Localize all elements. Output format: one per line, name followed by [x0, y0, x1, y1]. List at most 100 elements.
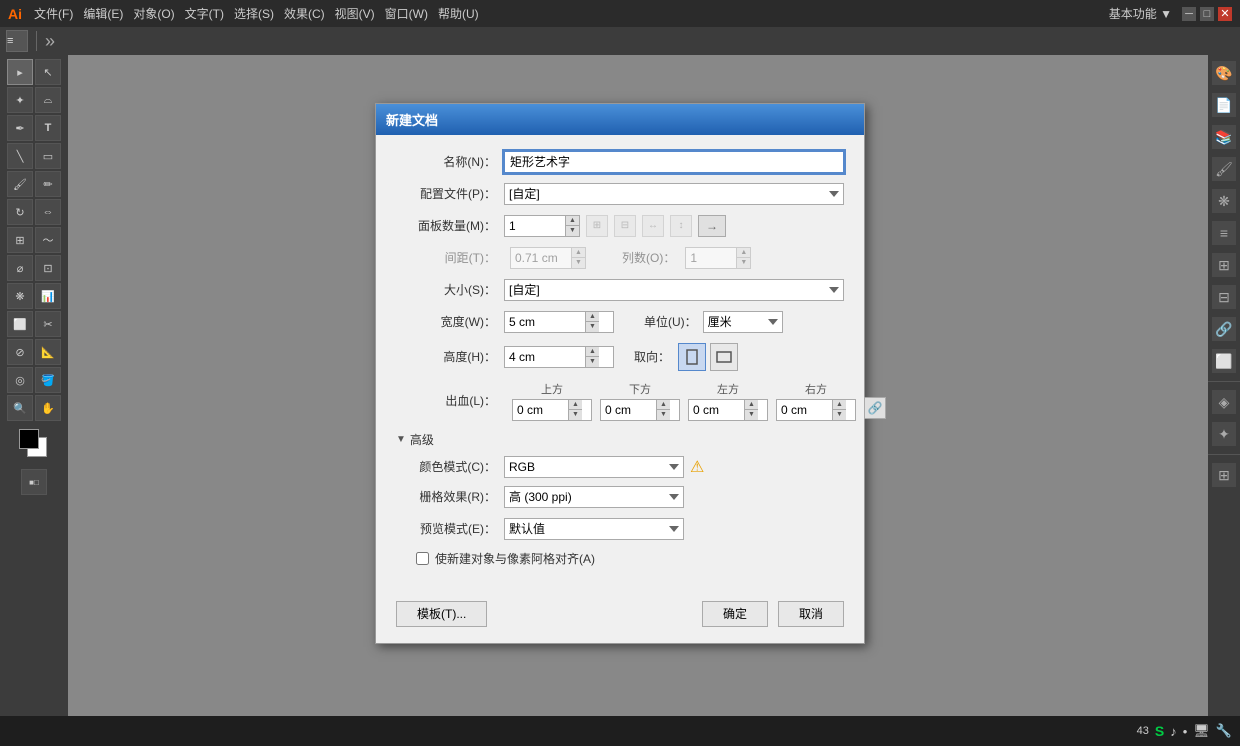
- dialog-titlebar: 新建文档: [376, 104, 864, 135]
- size-row: 大小(S)： [自定] A4 A3 Letter: [396, 279, 844, 301]
- align-label[interactable]: 使新建对象与像素阿格对齐(A): [435, 550, 595, 567]
- right-to-left-btn[interactable]: →: [698, 215, 726, 237]
- height-orientation-row: 高度(H)： ▲ ▼ 取向：: [396, 343, 844, 371]
- bleed-bottom-up[interactable]: ▲: [656, 400, 670, 411]
- preview-label: 预览模式(E)：: [396, 520, 496, 537]
- height-label: 高度(H)：: [396, 348, 496, 365]
- bleed-right-group: 右方 ▲ ▼: [776, 381, 856, 421]
- bleed-section: 出血(L)： 上方 ▲ ▼: [396, 381, 844, 421]
- bleed-row: 出血(L)： 上方 ▲ ▼: [396, 381, 844, 421]
- advanced-section: ▼ 高级 颜色模式(C)： RGB CMYK ⚠ 栅格效果(R)： 高: [396, 431, 844, 575]
- bleed-right-label: 右方: [805, 381, 827, 397]
- bleed-top-input[interactable]: [513, 401, 568, 419]
- bleed-bottom-group: 下方 ▲ ▼: [600, 381, 680, 421]
- raster-select[interactable]: 高 (300 ppi) 中 (150 ppi) 低 (72 ppi): [504, 486, 684, 508]
- bleed-link-button[interactable]: 🔗: [864, 397, 886, 419]
- bleed-top-group: 上方 ▲ ▼: [512, 381, 592, 421]
- bleed-left-input[interactable]: [689, 401, 744, 419]
- size-select[interactable]: [自定] A4 A3 Letter: [504, 279, 844, 301]
- bleed-right-input[interactable]: [777, 401, 832, 419]
- advanced-header[interactable]: ▼ 高级: [396, 431, 844, 448]
- cancel-button[interactable]: 取消: [778, 601, 844, 627]
- bleed-left-down[interactable]: ▼: [744, 410, 758, 420]
- grid-by-col-btn[interactable]: ⊟: [614, 215, 636, 237]
- profile-row: 配置文件(P)： [自定] 打印 Web: [396, 183, 844, 205]
- name-row: 名称(N)：: [396, 151, 844, 173]
- artboards-spinner-buttons: ▲ ▼: [565, 216, 579, 236]
- height-spinner: ▲ ▼: [504, 346, 614, 368]
- height-spin-up[interactable]: ▲: [585, 347, 599, 358]
- width-spin-down[interactable]: ▼: [585, 322, 599, 332]
- columns-spin-up[interactable]: ▲: [736, 248, 750, 259]
- bleed-right-spinner: ▲ ▼: [776, 399, 856, 421]
- new-document-dialog: 新建文档 名称(N)： 配置文件(P)： [自定] 打印 Web: [375, 103, 865, 644]
- bleed-top-label: 上方: [541, 381, 563, 397]
- bleed-bottom-down[interactable]: ▼: [656, 410, 670, 420]
- arrange-row-btn[interactable]: ↔: [642, 215, 664, 237]
- artboards-row: 面板数量(M)： ▲ ▼ ⊞ ⊟ ↔ ↕ →: [396, 215, 844, 237]
- bleed-left-up[interactable]: ▲: [744, 400, 758, 411]
- orientation-buttons: [678, 343, 738, 371]
- profile-select[interactable]: [自定] 打印 Web: [504, 183, 844, 205]
- width-input[interactable]: [505, 313, 585, 331]
- columns-spinner: ▲ ▼: [685, 247, 751, 269]
- footer-right-buttons: 确定 取消: [702, 601, 844, 627]
- dialog-title: 新建文档: [386, 110, 438, 129]
- color-warning-icon: ⚠: [690, 457, 704, 477]
- advanced-arrow: ▼: [396, 434, 406, 445]
- bleed-left-label: 左方: [717, 381, 739, 397]
- unit-label: 单位(U)：: [644, 313, 697, 330]
- bleed-bottom-spinner: ▲ ▼: [600, 399, 680, 421]
- color-mode-label: 颜色模式(C)：: [396, 458, 496, 475]
- artboards-spinner: ▲ ▼: [504, 215, 580, 237]
- grid-by-row-btn[interactable]: ⊞: [586, 215, 608, 237]
- preview-select[interactable]: 默认值 像素 叠印: [504, 518, 684, 540]
- height-spin-down[interactable]: ▼: [585, 357, 599, 367]
- orientation-portrait[interactable]: [678, 343, 706, 371]
- align-row: 使新建对象与像素阿格对齐(A): [396, 550, 844, 575]
- artboard-controls: ▲ ▼ ⊞ ⊟ ↔ ↕ →: [504, 215, 726, 237]
- color-mode-select[interactable]: RGB CMYK: [504, 456, 684, 478]
- columns-spin-down[interactable]: ▼: [736, 258, 750, 268]
- bleed-bottom-label: 下方: [629, 381, 651, 397]
- spacing-input[interactable]: [511, 249, 571, 267]
- height-input[interactable]: [505, 348, 585, 366]
- artboards-spin-up[interactable]: ▲: [565, 216, 579, 227]
- dialog-footer: 模板(T)... 确定 取消: [376, 591, 864, 643]
- bleed-fields: 上方 ▲ ▼ 下方: [512, 381, 886, 421]
- spacing-row: 间距(T)： ▲ ▼ 列数(O)： ▲ ▼: [396, 247, 844, 269]
- ok-button[interactable]: 确定: [702, 601, 768, 627]
- unit-select[interactable]: 厘米 毫米 英寸 像素: [703, 311, 783, 333]
- width-label: 宽度(W)：: [396, 313, 496, 330]
- raster-row: 栅格效果(R)： 高 (300 ppi) 中 (150 ppi) 低 (72 p…: [396, 486, 844, 508]
- profile-label: 配置文件(P)：: [396, 185, 496, 202]
- align-checkbox[interactable]: [416, 552, 429, 565]
- width-spinner: ▲ ▼: [504, 311, 614, 333]
- raster-label: 栅格效果(R)：: [396, 488, 496, 505]
- columns-input[interactable]: [686, 249, 736, 267]
- spacing-spin-up[interactable]: ▲: [571, 248, 585, 259]
- bleed-top-spinner: ▲ ▼: [512, 399, 592, 421]
- template-button[interactable]: 模板(T)...: [396, 601, 487, 627]
- width-spin-up[interactable]: ▲: [585, 312, 599, 323]
- bleed-right-down[interactable]: ▼: [832, 410, 846, 420]
- artboards-input[interactable]: [505, 217, 565, 235]
- preview-row: 预览模式(E)： 默认值 像素 叠印: [396, 518, 844, 540]
- name-label: 名称(N)：: [396, 153, 496, 170]
- dialog-overlay: 新建文档 名称(N)： 配置文件(P)： [自定] 打印 Web: [0, 0, 1240, 746]
- orientation-label: 取向：: [634, 348, 670, 365]
- dialog-body: 名称(N)： 配置文件(P)： [自定] 打印 Web 面板数量(M)：: [376, 135, 864, 591]
- columns-label: 列数(O)：: [622, 249, 675, 266]
- spacing-spinner: ▲ ▼: [510, 247, 586, 269]
- arrange-col-btn[interactable]: ↕: [670, 215, 692, 237]
- artboards-label: 面板数量(M)：: [396, 217, 496, 234]
- bleed-right-up[interactable]: ▲: [832, 400, 846, 411]
- bleed-left-group: 左方 ▲ ▼: [688, 381, 768, 421]
- name-input[interactable]: [504, 151, 844, 173]
- artboards-spin-down[interactable]: ▼: [565, 226, 579, 236]
- spacing-spin-down[interactable]: ▼: [571, 258, 585, 268]
- bleed-top-up[interactable]: ▲: [568, 400, 582, 411]
- orientation-landscape[interactable]: [710, 343, 738, 371]
- bleed-bottom-input[interactable]: [601, 401, 656, 419]
- bleed-top-down[interactable]: ▼: [568, 410, 582, 420]
